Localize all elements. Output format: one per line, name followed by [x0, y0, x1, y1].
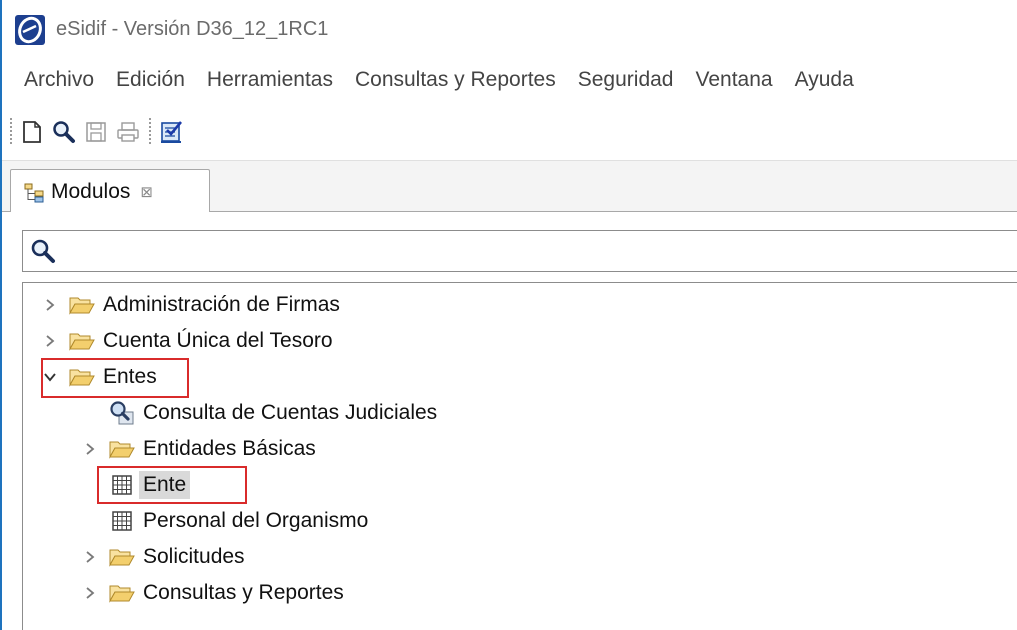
- tree-node-administracion-de-firmas[interactable]: Administración de Firmas: [41, 287, 340, 323]
- tree-node-personal-del-organismo[interactable]: Personal del Organismo: [109, 503, 368, 539]
- print-icon: [117, 122, 139, 142]
- menu-ayuda[interactable]: Ayuda: [784, 58, 865, 102]
- checklist-button[interactable]: [158, 118, 186, 146]
- folder-open-icon: [109, 580, 135, 606]
- folder-open-icon: [69, 292, 95, 318]
- chevron-right-icon[interactable]: [41, 296, 59, 314]
- modulos-view: Administración de Firmas Cuenta Única de…: [2, 212, 1017, 630]
- folder-open-icon: [69, 328, 95, 354]
- tree-node-solicitudes[interactable]: Solicitudes: [81, 539, 245, 575]
- filter-input[interactable]: [63, 235, 1007, 269]
- tree-node-entidades-basicas[interactable]: Entidades Básicas: [81, 431, 316, 467]
- toolbar: [2, 110, 1017, 154]
- chevron-right-icon[interactable]: [81, 548, 99, 566]
- title-bar: eSidif - Versión D36_12_1RC1: [2, 0, 1017, 58]
- folder-open-icon: [109, 544, 135, 570]
- table-grid-icon: [109, 508, 135, 534]
- tab-modulos[interactable]: Modulos ⊠: [10, 169, 210, 213]
- tab-label: Modulos: [51, 179, 131, 203]
- checklist-icon: [161, 121, 182, 143]
- menu-bar: Archivo Edición Herramientas Consultas y…: [2, 58, 1017, 102]
- annotation-highlight-entes: [41, 358, 189, 398]
- filter-box: [22, 230, 1017, 272]
- menu-edicion[interactable]: Edición: [105, 58, 196, 102]
- modules-tree: Administración de Firmas Cuenta Única de…: [22, 282, 1017, 630]
- new-document-icon: [23, 121, 41, 143]
- annotation-highlight-ente: [97, 466, 247, 504]
- toolbar-grip-2[interactable]: [149, 118, 151, 146]
- tree-node-cuenta-unica-del-tesoro[interactable]: Cuenta Única del Tesoro: [41, 323, 333, 359]
- app-window: eSidif - Versión D36_12_1RC1 Archivo Edi…: [0, 0, 1017, 630]
- tree-node-consultas-y-reportes[interactable]: Consultas y Reportes: [81, 575, 344, 611]
- chevron-right-icon[interactable]: [81, 584, 99, 602]
- hierarchy-icon: [24, 183, 44, 202]
- chevron-right-icon[interactable]: [81, 440, 99, 458]
- tree-node-label: Entidades Básicas: [143, 437, 316, 460]
- tree-node-label: Personal del Organismo: [143, 509, 369, 532]
- tree-node-consulta-de-cuentas-judiciales[interactable]: Consulta de Cuentas Judiciales: [99, 395, 437, 431]
- menu-ventana[interactable]: Ventana: [684, 58, 783, 102]
- save-button[interactable]: [82, 118, 110, 146]
- search-icon: [53, 121, 75, 143]
- chevron-right-icon[interactable]: [41, 332, 59, 350]
- tree-node-label: Solicitudes: [143, 545, 245, 568]
- filter-search-icon: [31, 239, 55, 263]
- menu-archivo[interactable]: Archivo: [2, 58, 105, 102]
- new-document-button[interactable]: [18, 118, 46, 146]
- window-title: eSidif - Versión D36_12_1RC1: [56, 18, 329, 40]
- folder-open-icon: [109, 436, 135, 462]
- menu-consultas-y-reportes[interactable]: Consultas y Reportes: [344, 58, 567, 102]
- toolbar-grip[interactable]: [10, 118, 12, 146]
- tree-node-label: Cuenta Única del Tesoro: [103, 329, 333, 352]
- esidif-logo-icon: [15, 15, 45, 45]
- menu-seguridad[interactable]: Seguridad: [567, 58, 685, 102]
- close-icon[interactable]: ⊠: [140, 183, 153, 201]
- tree-node-label: Administración de Firmas: [103, 293, 340, 316]
- print-button[interactable]: [114, 118, 142, 146]
- tree-node-label: Consulta de Cuentas Judiciales: [143, 401, 438, 424]
- search-button[interactable]: [50, 118, 78, 146]
- query-search-icon: [109, 400, 135, 426]
- tree-node-label: Consultas y Reportes: [143, 581, 344, 604]
- menu-herramientas[interactable]: Herramientas: [196, 58, 344, 102]
- save-icon: [86, 122, 106, 142]
- view-tab-strip: Modulos ⊠: [2, 160, 1017, 213]
